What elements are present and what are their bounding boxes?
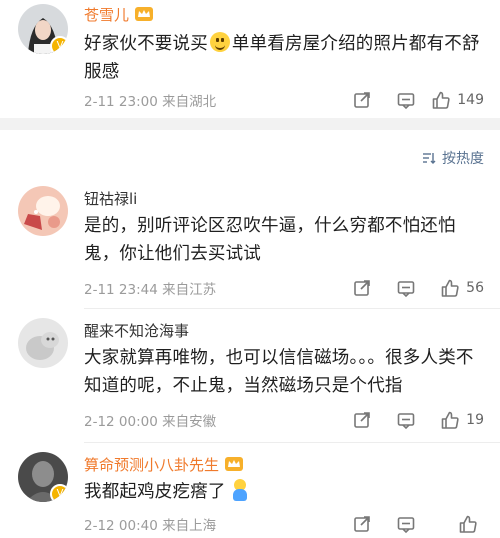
avatar-image bbox=[18, 186, 68, 236]
comment-icon bbox=[397, 93, 415, 110]
share-button[interactable] bbox=[340, 88, 384, 112]
share-icon bbox=[354, 92, 370, 108]
row-divider bbox=[84, 442, 500, 443]
thumbs-up-icon bbox=[441, 411, 459, 429]
comment-text-part: 好家伙不要说买 bbox=[84, 34, 208, 54]
comment-text: 好家伙不要说买 单单看房屋介绍的照片都有不舒服感 bbox=[84, 30, 484, 86]
reply-button[interactable] bbox=[384, 276, 428, 300]
like-button[interactable]: 56 bbox=[428, 276, 484, 300]
like-count: 56 bbox=[466, 280, 484, 296]
comment-item: 钮祜禄li 是的，别听评论区忍吹牛逼，什么穷都不怕还怕鬼，你让他们去买试试 2-… bbox=[0, 186, 500, 309]
comment-icon bbox=[397, 281, 415, 298]
sort-bar: 按热度 bbox=[0, 138, 500, 178]
comment-text-part: 我都起鸡皮疙瘩了 bbox=[84, 482, 226, 502]
comment-text: 大家就算再唯物，也可以信信磁场。。。很多人类不知道的呢，不止鬼，当然磁场只是个代… bbox=[84, 348, 474, 396]
comment-meta: 2-11 23:44 来自江苏 bbox=[84, 282, 217, 298]
comment-icon bbox=[397, 517, 415, 534]
verified-badge-icon: V bbox=[50, 36, 68, 54]
reply-button[interactable] bbox=[384, 512, 428, 536]
comment-author[interactable]: 苍雪儿 bbox=[84, 4, 484, 24]
avatar[interactable]: V bbox=[18, 452, 68, 502]
thumbs-up-icon bbox=[459, 515, 477, 533]
comment-item: V 苍雪儿 好家伙不要说买 单单看房屋介绍的照片都有不舒服感 2-11 23:00… bbox=[0, 0, 500, 118]
like-button[interactable] bbox=[428, 512, 484, 536]
avatar[interactable] bbox=[18, 186, 68, 236]
author-name[interactable]: 钮祜禄li bbox=[84, 188, 137, 209]
thumbs-up-icon bbox=[432, 91, 450, 109]
comment-author[interactable]: 钮祜禄li bbox=[84, 188, 484, 208]
author-name[interactable]: 醒来不知沧海事 bbox=[84, 320, 189, 341]
comment-meta: 2-12 00:00 来自安徽 bbox=[84, 414, 217, 430]
share-icon bbox=[354, 516, 370, 532]
share-button[interactable] bbox=[340, 276, 384, 300]
reply-button[interactable] bbox=[384, 88, 428, 112]
avatar[interactable] bbox=[18, 318, 68, 368]
comment-text: 我都起鸡皮疙瘩了 bbox=[84, 478, 484, 506]
like-count: 19 bbox=[466, 412, 484, 428]
smile-emoji-icon bbox=[209, 32, 230, 52]
comment-meta: 2-12 00:40 来自上海 bbox=[84, 518, 217, 534]
like-count: 149 bbox=[457, 92, 484, 108]
row-divider bbox=[84, 308, 500, 309]
comment-author[interactable]: 醒来不知沧海事 bbox=[84, 320, 484, 340]
share-icon bbox=[354, 280, 370, 296]
sort-label[interactable]: 按热度 bbox=[442, 148, 484, 168]
sort-by-hot-button[interactable]: 按热度 bbox=[422, 148, 484, 168]
author-name[interactable]: 算命预测小八卦先生 bbox=[84, 454, 219, 475]
comment-meta: 2-11 23:00 来自湖北 bbox=[84, 94, 217, 110]
thumbs-up-icon bbox=[441, 279, 459, 297]
section-divider bbox=[0, 118, 500, 130]
share-button[interactable] bbox=[340, 408, 384, 432]
sort-icon bbox=[423, 153, 436, 164]
comment-author[interactable]: 算命预测小八卦先生 bbox=[84, 454, 484, 474]
comment-text: 是的，别听评论区忍吹牛逼，什么穷都不怕还怕鬼，你让他们去买试试 bbox=[84, 216, 456, 264]
avatar[interactable]: V bbox=[18, 4, 68, 54]
comment-item: 醒来不知沧海事 大家就算再唯物，也可以信信磁场。。。很多人类不知道的呢，不止鬼，… bbox=[0, 316, 500, 443]
share-button[interactable] bbox=[340, 512, 384, 536]
avatar-image bbox=[18, 318, 68, 368]
like-button[interactable]: 19 bbox=[428, 408, 484, 432]
share-icon bbox=[354, 412, 370, 428]
comment-item: V 算命预测小八卦先生 我都起鸡皮疙瘩了 2-12 00:40 来自上海 bbox=[0, 450, 500, 538]
like-button[interactable]: 149 bbox=[428, 88, 484, 112]
comment-icon bbox=[397, 413, 415, 430]
shiver-emoji-icon bbox=[232, 479, 248, 501]
reply-button[interactable] bbox=[384, 408, 428, 432]
crown-icon bbox=[135, 7, 154, 21]
crown-icon bbox=[225, 457, 244, 471]
author-name[interactable]: 苍雪儿 bbox=[84, 4, 129, 25]
verified-badge-icon: V bbox=[50, 484, 68, 502]
